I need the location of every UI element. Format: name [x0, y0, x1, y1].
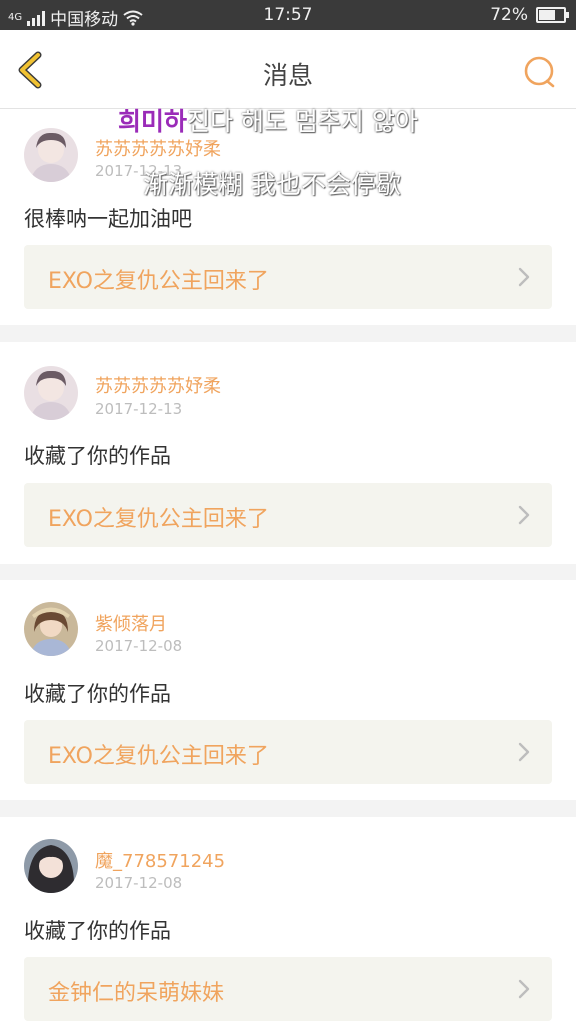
username[interactable]: 苏苏苏苏苏妤柔 — [95, 135, 221, 161]
battery-percent: 72% — [490, 5, 528, 25]
lyric-highlight: 희미하 — [118, 107, 188, 136]
work-title: EXO之复仇公主回来了 — [48, 507, 269, 532]
avatar[interactable] — [24, 839, 78, 893]
username[interactable]: 魔_778571245 — [95, 847, 225, 873]
message-date: 2017-12-13 — [95, 400, 183, 418]
avatar[interactable] — [24, 366, 78, 420]
message-text: 收藏了你的作品 — [24, 444, 171, 468]
message-date: 2017-12-08 — [95, 637, 183, 655]
chevron-right-icon — [518, 742, 530, 762]
avatar[interactable] — [24, 128, 78, 182]
lyric-line-korean: 희미하진다 해도 멈추지 않아 — [118, 102, 418, 138]
message-card: 紫倾落月 2017-12-08 收藏了你的作品 EXO之复仇公主回来了 — [0, 580, 576, 800]
work-link[interactable]: EXO之复仇公主回来了 — [24, 483, 552, 547]
message-text: 收藏了你的作品 — [24, 682, 171, 706]
page-title: 消息 — [262, 61, 313, 90]
work-title: EXO之复仇公主回来了 — [48, 269, 269, 294]
message-card: 魔_778571245 2017-12-08 收藏了你的作品 金钟仁的呆萌妹妹 — [0, 817, 576, 1024]
work-link[interactable]: EXO之复仇公主回来了 — [24, 245, 552, 309]
message-date: 2017-12-08 — [95, 874, 183, 892]
work-title: EXO之复仇公主回来了 — [48, 744, 269, 769]
work-title: 金钟仁的呆萌妹妹 — [48, 981, 225, 1006]
chevron-right-icon — [518, 979, 530, 999]
chevron-right-icon — [518, 505, 530, 525]
work-link[interactable]: EXO之复仇公主回来了 — [24, 720, 552, 784]
chevron-right-icon — [518, 267, 530, 287]
message-text: 收藏了你的作品 — [24, 919, 171, 943]
message-text: 很棒呐一起加油吧 — [24, 207, 192, 231]
message-card: 苏苏苏苏苏妤柔 2017-12-13 很棒呐一起加油吧 EXO之复仇公主回来了 — [0, 109, 576, 325]
search-icon[interactable] — [522, 54, 558, 90]
lyric-line-chinese: 渐渐模糊 我也不会停歇 — [143, 170, 401, 199]
username[interactable]: 苏苏苏苏苏妤柔 — [95, 372, 221, 398]
nav-bar: 消息 — [0, 30, 576, 109]
lyric-rest: 진다 해도 멈추지 않아 — [187, 107, 418, 136]
work-link[interactable]: 金钟仁的呆萌妹妹 — [24, 957, 552, 1021]
status-bar: 4G 中国移动 17:57 72% — [0, 0, 576, 30]
battery-icon — [536, 7, 569, 23]
username[interactable]: 紫倾落月 — [95, 610, 167, 636]
avatar[interactable] — [24, 602, 78, 656]
message-card: 苏苏苏苏苏妤柔 2017-12-13 收藏了你的作品 EXO之复仇公主回来了 — [0, 342, 576, 564]
